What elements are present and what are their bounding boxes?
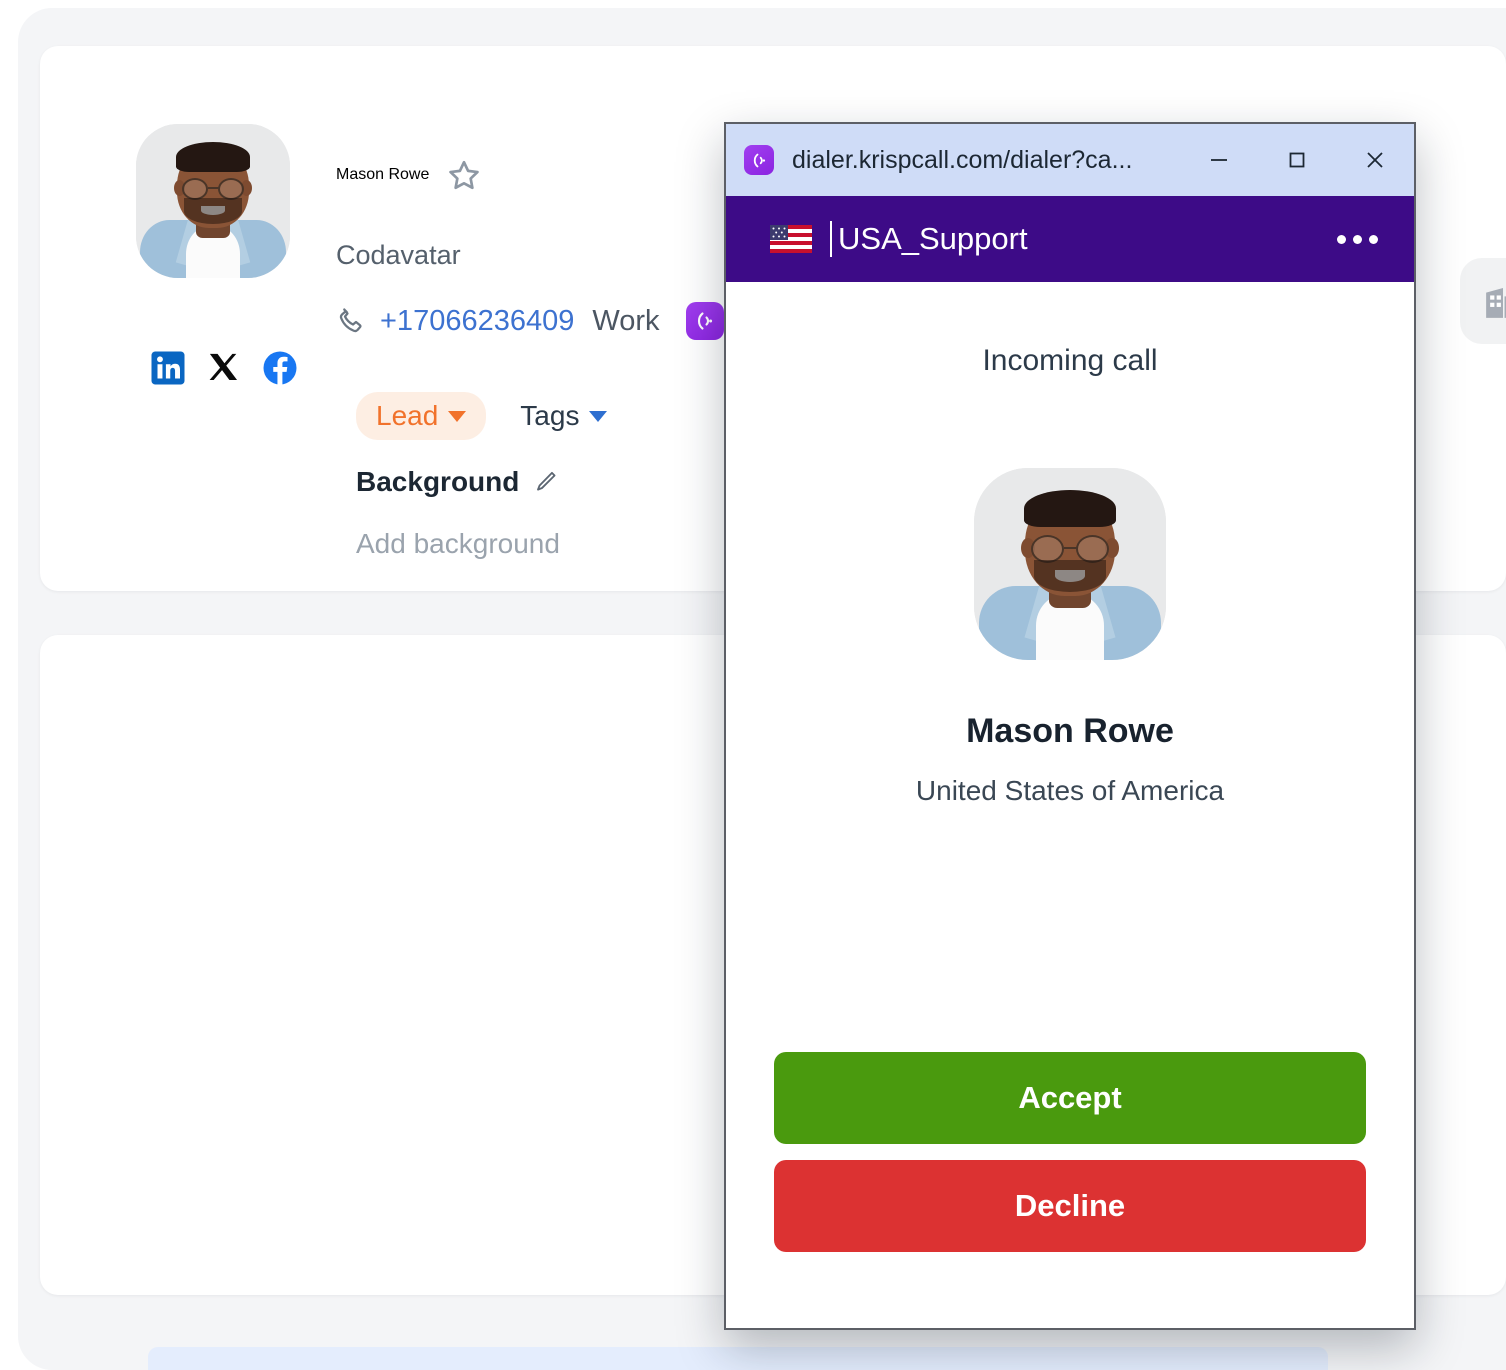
status-badge-label: Lead <box>376 400 439 431</box>
maximize-icon[interactable] <box>1258 124 1336 196</box>
dialer-account-name: USA_Support <box>830 221 1028 257</box>
screenshot-root: Mason Rowe Codavatar +17066236409 Work L… <box>0 0 1506 1370</box>
caller-name: Mason Rowe <box>966 712 1174 750</box>
tags-label: Tags <box>520 400 580 431</box>
tag-row: Lead Tags <box>356 392 608 440</box>
decline-call-button[interactable]: Decline <box>774 1160 1366 1252</box>
phone-number[interactable]: +17066236409 <box>380 305 574 338</box>
x-twitter-icon[interactable] <box>206 350 242 386</box>
caller-country: United States of America <box>915 775 1225 806</box>
window-controls <box>1180 124 1414 196</box>
pencil-icon[interactable] <box>533 469 559 495</box>
linkedin-icon[interactable] <box>150 350 186 386</box>
facebook-icon[interactable] <box>262 350 298 386</box>
add-background-link[interactable]: Add background <box>356 528 560 560</box>
background-section-header: Background <box>356 466 559 498</box>
call-status-text: Incoming call <box>982 344 1158 377</box>
krispcall-icon[interactable] <box>685 302 724 340</box>
next-action-panel: Next Action or Close TODAY <box>148 1347 1328 1370</box>
phone-row: +17066236409 Work <box>336 302 724 340</box>
dialer-titlebar[interactable]: dialer.krispcall.com/dialer?ca... <box>726 124 1414 196</box>
minimize-icon[interactable] <box>1180 124 1258 196</box>
chevron-down-icon <box>448 410 467 422</box>
company-name: Codavatar <box>336 240 461 270</box>
contact-name-row: Mason Rowe <box>336 158 481 192</box>
status-badge[interactable]: Lead <box>356 392 487 440</box>
caller-avatar <box>974 468 1166 660</box>
krispcall-icon <box>744 145 774 175</box>
us-flag-icon <box>770 225 812 253</box>
phone-label: Work <box>592 304 660 337</box>
building-icon[interactable] <box>1460 258 1506 344</box>
page-title: Mason Rowe <box>336 166 430 183</box>
dialer-body: Incoming call Mason Rowe United States o… <box>726 282 1414 1328</box>
tags-dropdown[interactable]: Tags <box>520 400 608 432</box>
contact-avatar <box>136 124 290 278</box>
dialer-account-bar: USA_Support <box>726 196 1414 282</box>
chevron-down-icon <box>589 410 608 422</box>
accept-call-button[interactable]: Accept <box>774 1052 1366 1144</box>
call-action-buttons: Accept Decline <box>774 1052 1366 1252</box>
window-title: dialer.krispcall.com/dialer?ca... <box>792 145 1133 174</box>
background-title: Background <box>356 466 520 497</box>
social-links <box>150 350 298 386</box>
dialer-popup-window: dialer.krispcall.com/dialer?ca... USA_Su… <box>724 122 1416 1330</box>
phone-icon <box>336 306 366 336</box>
star-icon[interactable] <box>447 158 481 192</box>
close-icon[interactable] <box>1336 124 1414 196</box>
more-options-icon[interactable] <box>1327 225 1388 254</box>
